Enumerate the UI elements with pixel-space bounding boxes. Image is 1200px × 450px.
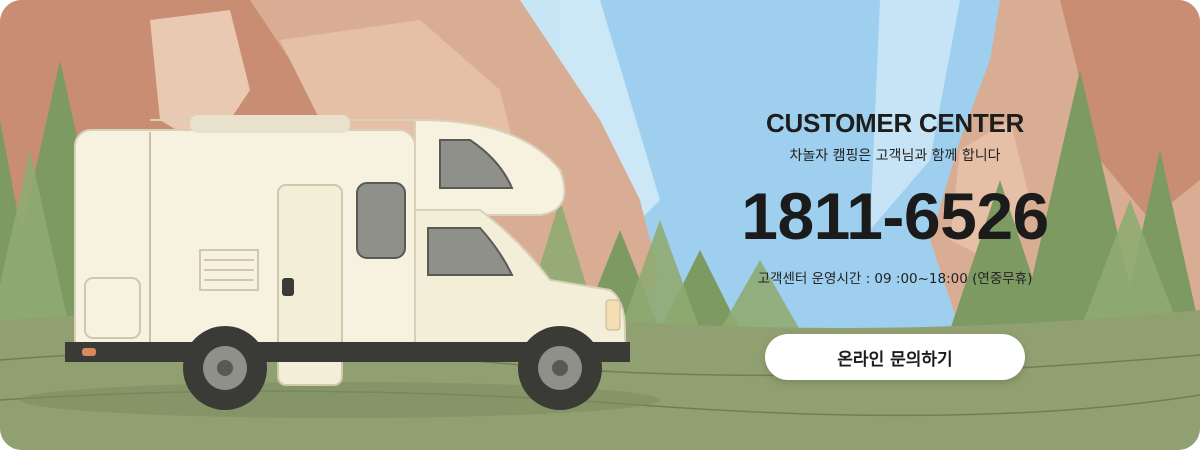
customer-center-banner: CUSTOMER CENTER 차놀자 캠핑은 고객님과 함께 합니다 1811… xyxy=(0,0,1200,450)
online-inquiry-button[interactable]: 온라인 문의하기 xyxy=(765,334,1025,380)
customer-center-subtitle: 차놀자 캠핑은 고객님과 함께 합니다 xyxy=(789,148,1001,165)
operating-hours: 고객센터 운영시간 : 09 :00~18:00 (연중무휴) xyxy=(757,271,1033,288)
phone-number[interactable]: 1811-6526 xyxy=(720,183,1070,249)
customer-center-title: CUSTOMER CENTER xyxy=(766,108,1024,138)
customer-center-info: CUSTOMER CENTER 차놀자 캠핑은 고객님과 함께 합니다 1811… xyxy=(720,108,1070,287)
